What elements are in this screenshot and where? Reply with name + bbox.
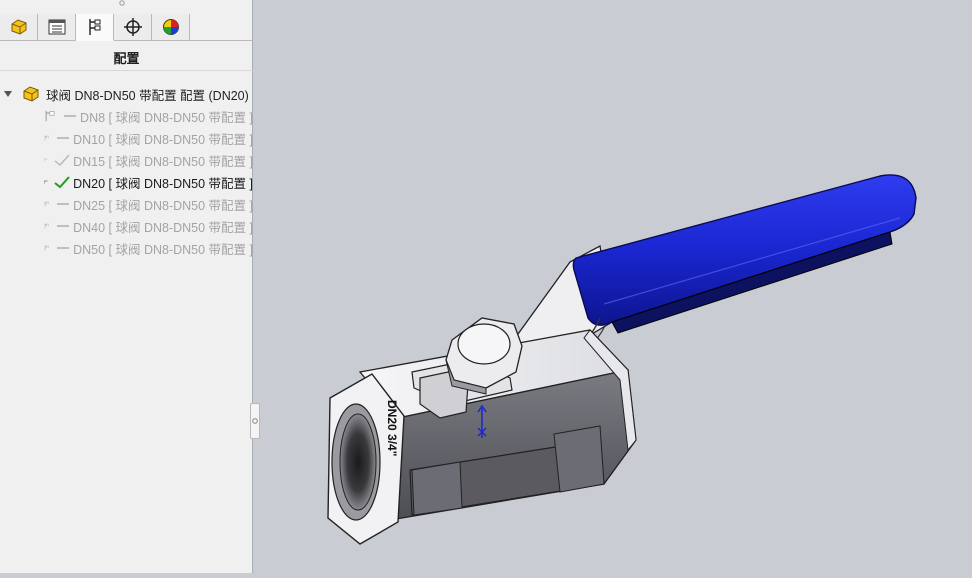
config-item[interactable]: DN50 [ 球阀 DN8-DN50 带配置 ] xyxy=(0,237,253,259)
property-manager-icon xyxy=(48,19,65,35)
manager-tabs xyxy=(0,14,253,41)
check-icon xyxy=(54,153,70,167)
graphics-viewport[interactable]: DN20 3/4" xyxy=(254,0,972,573)
config-label: DN8 [ 球阀 DN8-DN50 带配置 ] xyxy=(80,110,253,125)
tree-root-label: 球阀 DN8-DN50 带配置 配置 (DN20) xyxy=(46,88,249,103)
configuration-icon xyxy=(45,110,55,122)
dash-icon xyxy=(56,197,70,211)
title-divider xyxy=(0,70,253,71)
feature-manager-icon xyxy=(11,19,26,35)
display-manager-tab[interactable] xyxy=(152,14,190,40)
config-item[interactable]: DN20 [ 球阀 DN8-DN50 带配置 ] xyxy=(0,171,253,193)
config-item[interactable]: DN25 [ 球阀 DN8-DN50 带配置 ] xyxy=(0,193,253,215)
configuration-icon xyxy=(44,201,49,207)
body-engraving: DN20 3/4" xyxy=(385,400,399,456)
config-label: DN10 [ 球阀 DN8-DN50 带配置 ] xyxy=(73,132,253,147)
dimxpert-tab[interactable] xyxy=(114,14,152,40)
dash-icon xyxy=(56,241,70,255)
configuration-icon xyxy=(44,180,48,184)
config-item[interactable]: DN15 [ 球阀 DN8-DN50 带配置 ] xyxy=(0,149,253,171)
ball-valve-model: DN20 3/4" xyxy=(327,174,917,545)
config-item[interactable]: DN8 [ 球阀 DN8-DN50 带配置 ] xyxy=(0,105,253,127)
config-label: DN20 [ 球阀 DN8-DN50 带配置 ] xyxy=(73,176,253,191)
config-item[interactable]: DN10 [ 球阀 DN8-DN50 带配置 ] xyxy=(0,127,253,149)
configuration-tree: 球阀 DN8-DN50 带配置 配置 (DN20) DN8 [ 球阀 DN8-D… xyxy=(0,83,253,259)
display-manager-icon xyxy=(162,19,179,35)
dash-icon xyxy=(56,219,70,233)
config-item[interactable]: DN40 [ 球阀 DN8-DN50 带配置 ] xyxy=(0,215,253,237)
configuration-manager-icon xyxy=(88,19,100,35)
feature-manager-tab[interactable] xyxy=(0,14,38,40)
configuration-icon xyxy=(44,223,49,229)
configuration-icon xyxy=(44,135,49,141)
check-icon xyxy=(54,175,70,189)
panel-title: 配置 xyxy=(113,51,140,66)
part-icon xyxy=(23,86,39,102)
config-label: DN15 [ 球阀 DN8-DN50 带配置 ] xyxy=(73,154,253,169)
config-label: DN25 [ 球阀 DN8-DN50 带配置 ] xyxy=(73,198,253,213)
property-manager-tab[interactable] xyxy=(38,14,76,40)
tree-root[interactable]: 球阀 DN8-DN50 带配置 配置 (DN20) xyxy=(0,83,253,105)
configuration-manager-panel: 配置 球阀 DN8-DN50 带配置 配置 (DN20) DN8 [ 球阀 DN… xyxy=(0,0,260,573)
collapse-arrow-icon[interactable] xyxy=(0,91,16,97)
config-label: DN40 [ 球阀 DN8-DN50 带配置 ] xyxy=(73,220,253,235)
dash-icon xyxy=(63,109,77,123)
configuration-icon xyxy=(44,245,49,251)
config-label: DN50 [ 球阀 DN8-DN50 带配置 ] xyxy=(73,242,253,257)
configuration-icon xyxy=(44,158,48,162)
panel-grip-icon[interactable] xyxy=(119,0,125,6)
dash-icon xyxy=(56,131,70,145)
configuration-manager-tab[interactable] xyxy=(76,14,114,41)
crosshair-icon xyxy=(123,18,142,36)
